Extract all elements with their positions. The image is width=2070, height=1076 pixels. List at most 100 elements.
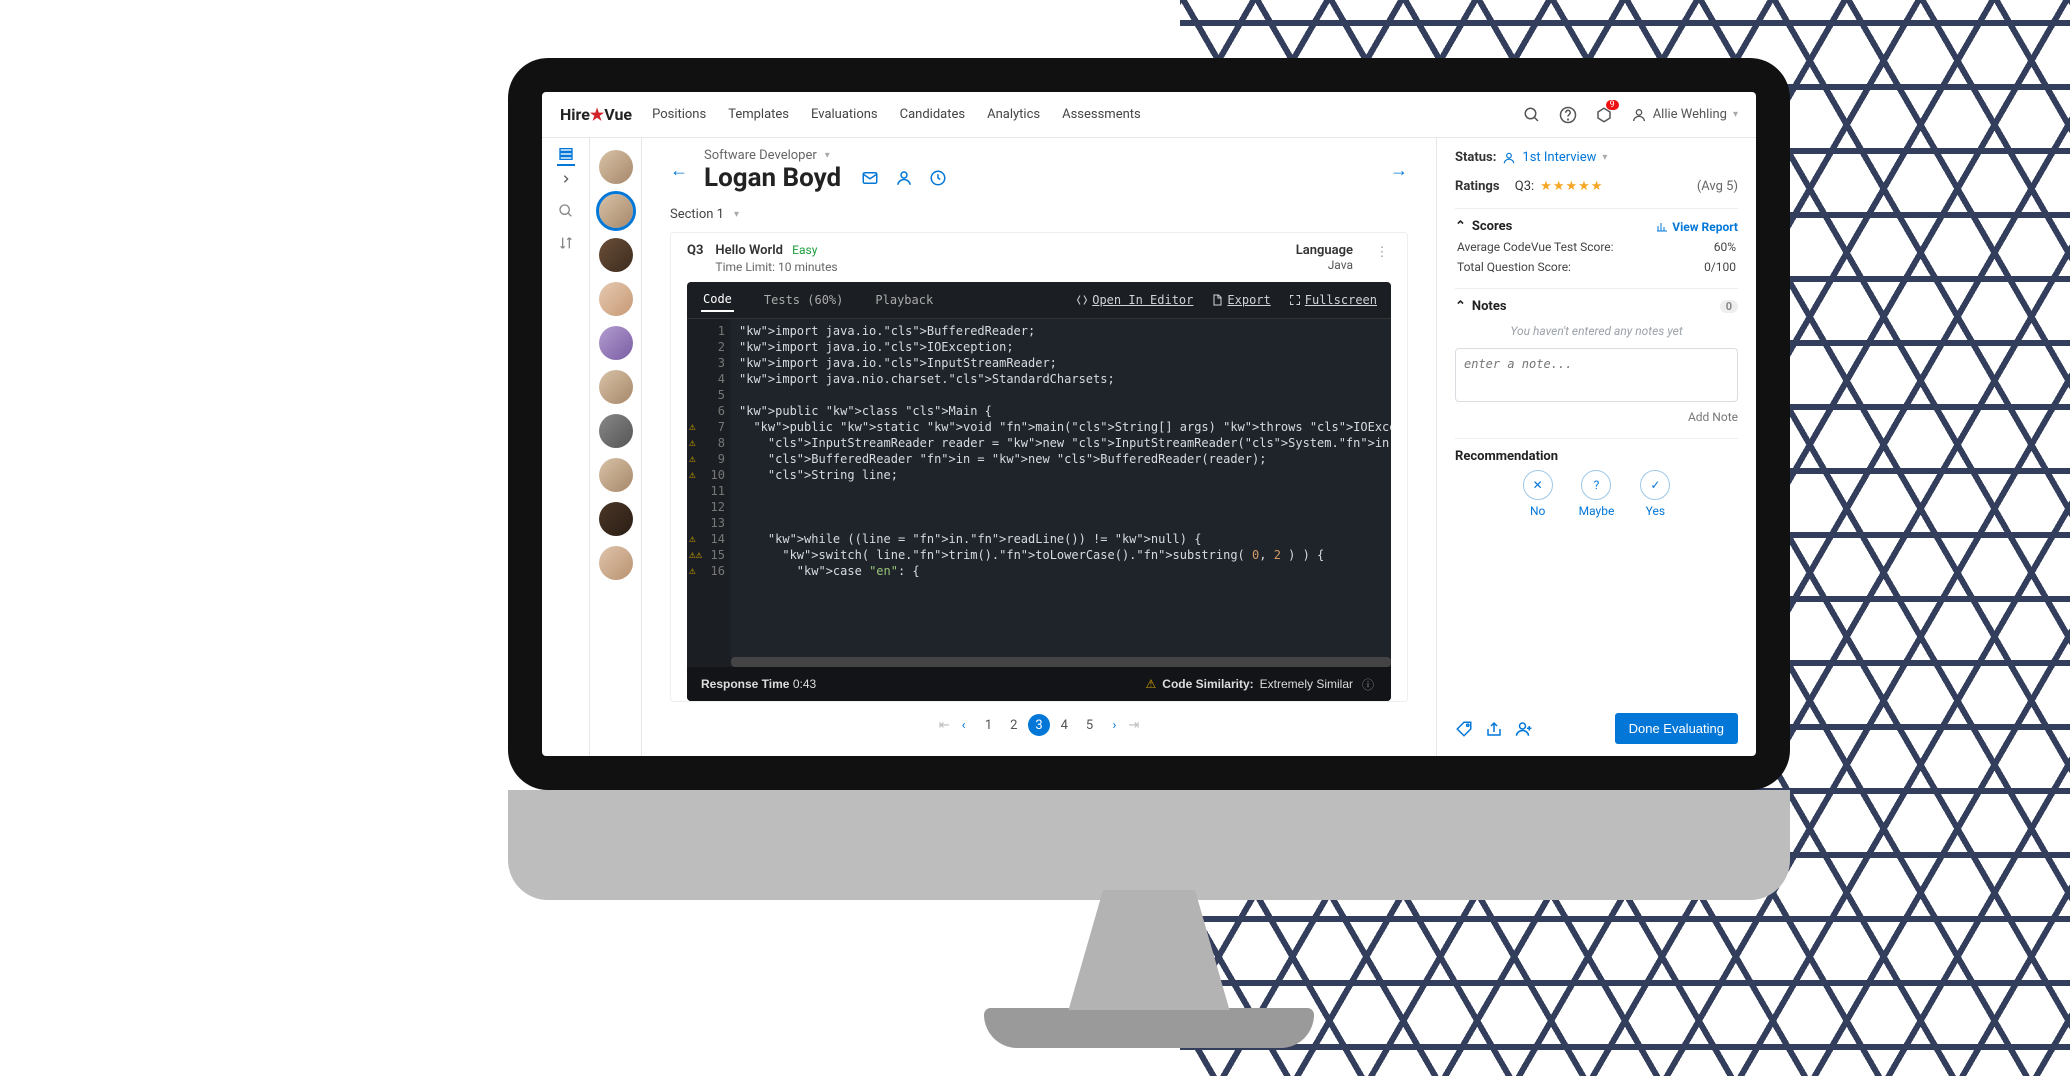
status-selector[interactable]: 1st Interview ▾ — [1502, 150, 1607, 165]
code-content[interactable]: "kw">import java.io."cls">BufferedReader… — [731, 319, 1391, 657]
chevron-down-icon: ▾ — [1733, 109, 1738, 120]
left-rail — [542, 138, 590, 756]
notes-empty-text: You haven't entered any notes yet — [1455, 324, 1738, 338]
profile-icon[interactable] — [895, 169, 913, 187]
candidate-actions — [861, 169, 947, 187]
candidate-avatar[interactable] — [599, 502, 633, 536]
history-icon[interactable] — [929, 169, 947, 187]
user-name: Allie Wehling — [1653, 107, 1727, 122]
user-icon — [1631, 107, 1647, 123]
notifications-icon[interactable]: 9 — [1595, 106, 1613, 124]
more-icon[interactable]: ⋮ — [1373, 243, 1391, 261]
pager-last-icon[interactable]: ⇥ — [1128, 718, 1139, 733]
recommendation-title: Recommendation — [1455, 449, 1558, 464]
pager-page-3[interactable]: 3 — [1028, 714, 1050, 736]
horizontal-scrollbar[interactable] — [731, 657, 1391, 667]
chevron-down-icon: ▾ — [1602, 152, 1607, 163]
scores-panel: ⌃ Scores View Report Average CodeVue Tes… — [1455, 208, 1738, 274]
brand-part1: Hire — [560, 105, 590, 124]
app-body: ← Software Developer ▾ Logan Boyd — [542, 138, 1756, 756]
candidate-avatar[interactable] — [599, 282, 633, 316]
pager-first-icon[interactable]: ⇤ — [939, 718, 950, 733]
nav-evaluations[interactable]: Evaluations — [811, 107, 878, 122]
collapse-icon[interactable]: ⌃ — [1455, 299, 1466, 314]
tab-tests[interactable]: Tests (60%) — [762, 289, 845, 311]
nav-analytics[interactable]: Analytics — [987, 107, 1040, 122]
note-input[interactable] — [1455, 348, 1738, 402]
monitor-bezel: Hire★Vue Positions Templates Evaluations… — [508, 58, 1790, 790]
position-breadcrumb[interactable]: Software Developer ▾ — [704, 148, 1374, 163]
share-icon[interactable] — [1485, 720, 1503, 738]
editor-tabs: Code Tests (60%) Playback Open In Editor… — [687, 282, 1391, 319]
question-card: Q3 Hello World Easy Time Limit: 10 minut… — [670, 232, 1408, 702]
pager-next-icon[interactable]: › — [1112, 718, 1116, 733]
pager-page-1[interactable]: 1 — [978, 714, 1000, 736]
star-rating[interactable]: ★★★★★ — [1540, 179, 1603, 194]
chevron-down-icon: ▾ — [825, 150, 830, 161]
section-selector[interactable]: Section 1 ▾ — [670, 207, 1408, 222]
candidate-name: Logan Boyd — [704, 163, 841, 193]
code-similarity-value: Extremely Similar — [1260, 677, 1353, 691]
candidate-avatar-selected[interactable] — [599, 194, 633, 228]
notes-panel: ⌃ Notes 0 You haven't entered any notes … — [1455, 288, 1738, 424]
help-icon[interactable] — [1559, 106, 1577, 124]
reco-yes[interactable]: ✓Yes — [1640, 470, 1670, 518]
candidate-avatar[interactable] — [599, 370, 633, 404]
language-label: Language — [1296, 243, 1353, 258]
tag-icon[interactable] — [1455, 720, 1473, 738]
question-number: Q3 — [687, 243, 703, 258]
tab-playback[interactable]: Playback — [873, 289, 935, 311]
candidate-avatar[interactable] — [599, 546, 633, 580]
ratings-row: Ratings Q3: ★★★★★ (Avg 5) — [1455, 179, 1738, 194]
prev-candidate-button[interactable]: ← — [670, 160, 688, 181]
pager-page-5[interactable]: 5 — [1078, 714, 1100, 736]
rail-expand-icon[interactable] — [557, 170, 575, 188]
rail-search-icon[interactable] — [557, 202, 575, 220]
app-screen: Hire★Vue Positions Templates Evaluations… — [542, 92, 1756, 756]
next-candidate-button[interactable]: → — [1390, 160, 1408, 181]
export-link[interactable]: Export — [1211, 293, 1270, 307]
line-gutter: 123456⚠7⚠8⚠9⚠10111213⚠14⚠⚠15⚠16 — [687, 319, 731, 657]
candidate-avatar[interactable] — [599, 414, 633, 448]
difficulty-badge: Easy — [792, 243, 817, 257]
info-icon[interactable]: ⓘ — [1359, 675, 1377, 693]
add-note-button[interactable]: Add Note — [1455, 410, 1738, 424]
section-label: Section 1 — [670, 207, 724, 222]
rail-sort-icon[interactable] — [557, 234, 575, 252]
code-area[interactable]: 123456⚠7⚠8⚠9⚠10111213⚠14⚠⚠15⚠16 "kw">imp… — [687, 319, 1391, 657]
candidate-avatar[interactable] — [599, 326, 633, 360]
pager-page-2[interactable]: 2 — [1003, 714, 1025, 736]
brand-logo[interactable]: Hire★Vue — [560, 105, 632, 124]
fullscreen-link[interactable]: Fullscreen — [1289, 293, 1377, 307]
collapse-icon[interactable]: ⌃ — [1455, 219, 1466, 234]
monitor-chin — [508, 790, 1790, 900]
close-icon: ✕ — [1523, 470, 1553, 500]
language-block: Language Java — [1296, 243, 1353, 272]
open-in-editor-link[interactable]: Open In Editor — [1076, 293, 1193, 307]
candidate-list — [590, 138, 642, 756]
candidate-avatar[interactable] — [599, 238, 633, 272]
nav-templates[interactable]: Templates — [728, 107, 789, 122]
pager-prev-icon[interactable]: ‹ — [962, 718, 966, 733]
email-icon[interactable] — [861, 169, 879, 187]
reco-no[interactable]: ✕No — [1523, 470, 1553, 518]
user-menu[interactable]: Allie Wehling ▾ — [1631, 107, 1738, 123]
pager-page-4[interactable]: 4 — [1053, 714, 1075, 736]
done-evaluating-button[interactable]: Done Evaluating — [1615, 713, 1738, 744]
nav-assessments[interactable]: Assessments — [1062, 107, 1141, 122]
monitor-frame: Hire★Vue Positions Templates Evaluations… — [508, 58, 1790, 888]
notes-title: Notes — [1472, 299, 1507, 314]
nav-candidates[interactable]: Candidates — [900, 107, 965, 122]
add-user-icon[interactable] — [1515, 720, 1533, 738]
total-q-value: 0/100 — [1704, 260, 1736, 274]
view-report-link[interactable]: View Report — [1656, 220, 1738, 234]
chart-icon — [1656, 221, 1668, 233]
candidate-avatar[interactable] — [599, 458, 633, 492]
code-editor: Code Tests (60%) Playback Open In Editor… — [687, 282, 1391, 701]
search-icon[interactable] — [1523, 106, 1541, 124]
nav-positions[interactable]: Positions — [652, 107, 706, 122]
reco-maybe[interactable]: ?Maybe — [1579, 470, 1615, 518]
tab-code[interactable]: Code — [701, 288, 734, 312]
candidate-avatar[interactable] — [599, 150, 633, 184]
rail-list-icon[interactable] — [557, 148, 575, 166]
